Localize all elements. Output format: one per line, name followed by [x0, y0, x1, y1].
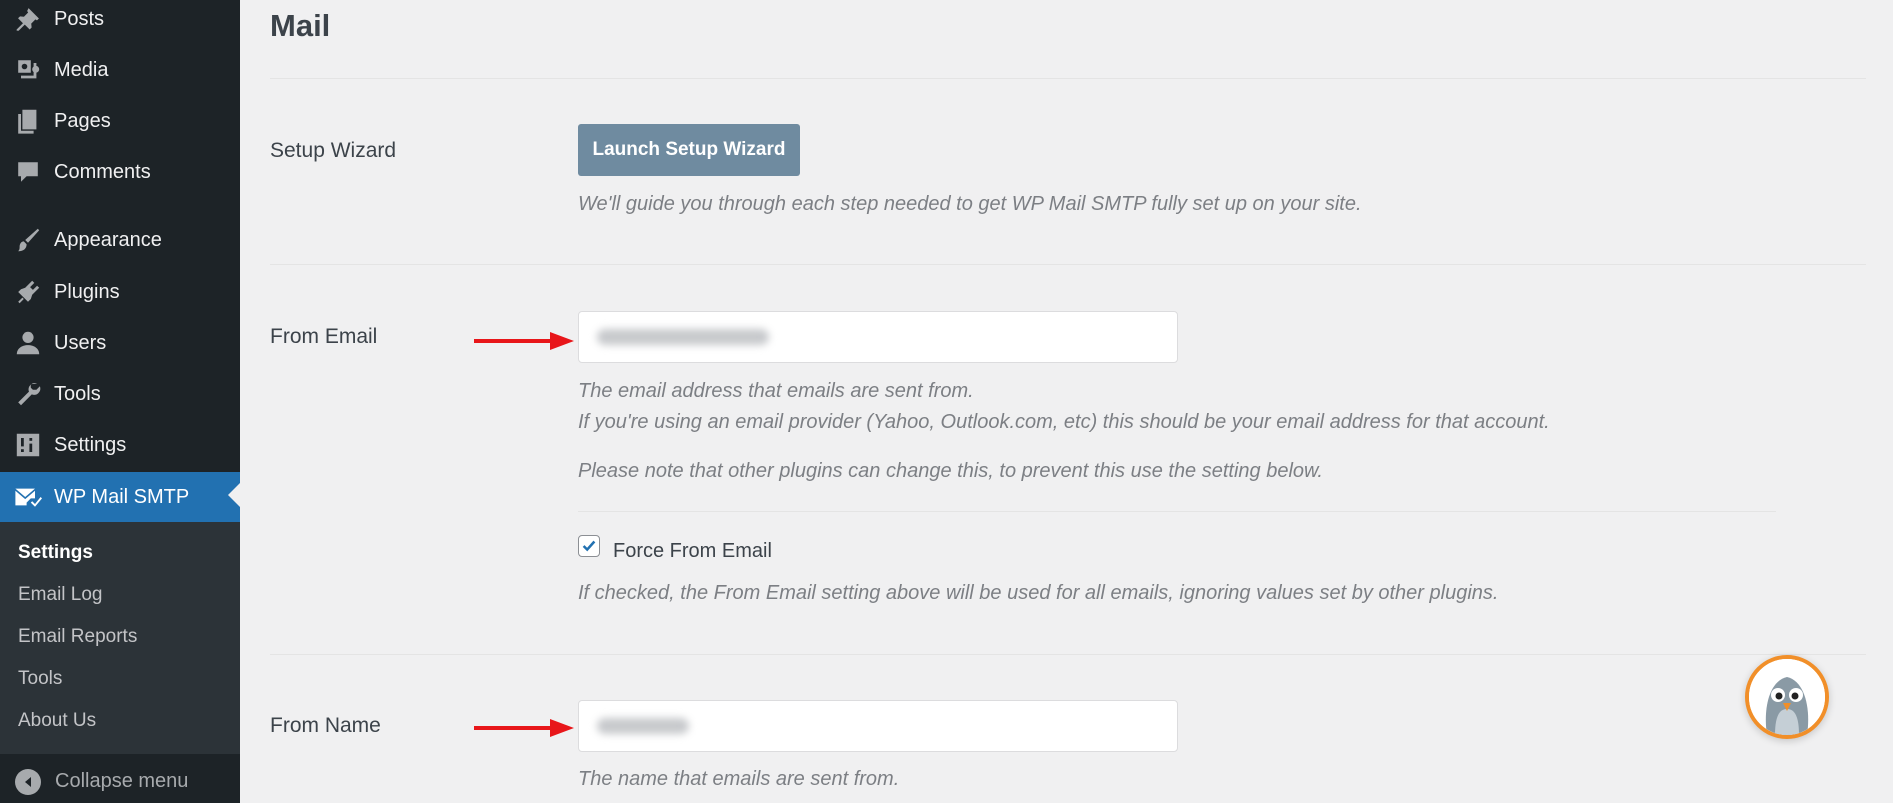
from-email-note: Please note that other plugins can chang…: [578, 460, 1323, 482]
force-from-email-checkbox[interactable]: [578, 535, 600, 557]
sliders-icon: [12, 429, 44, 461]
collapse-menu-button[interactable]: Collapse menu: [0, 760, 240, 803]
sidebar-item-label: Plugins: [54, 280, 120, 303]
from-email-label: From Email: [270, 325, 378, 348]
from-email-description-1: The email address that emails are sent f…: [578, 380, 974, 402]
sidebar-item-users[interactable]: Users: [0, 320, 240, 366]
submenu-item-about-us[interactable]: About Us: [18, 710, 96, 732]
wp-mail-smtp-submenu: Settings Email Log Email Reports Tools A…: [0, 522, 240, 754]
redacted-name-value: [597, 718, 689, 734]
setup-wizard-description: We'll guide you through each step needed…: [578, 193, 1362, 215]
sidebar-item-plugins[interactable]: Plugins: [0, 269, 240, 315]
sidebar-item-appearance[interactable]: Appearance: [0, 217, 240, 263]
sidebar-item-posts[interactable]: Posts: [0, 0, 240, 42]
pages-icon: [12, 105, 44, 137]
sidebar-item-comments[interactable]: Comments: [0, 149, 240, 195]
sidebar-item-pages[interactable]: Pages: [0, 98, 240, 144]
submenu-item-settings[interactable]: Settings: [18, 542, 93, 564]
admin-sidebar: Posts Media Pages Comments Appearance Pl…: [0, 0, 240, 803]
sidebar-item-label: Settings: [54, 433, 127, 456]
setup-wizard-label: Setup Wizard: [270, 139, 397, 162]
redacted-email-value: [597, 329, 769, 345]
sidebar-item-label: WP Mail SMTP: [54, 485, 190, 508]
collapse-arrow-icon: [15, 768, 41, 795]
plugin-icon: [12, 276, 44, 308]
submenu-item-email-reports[interactable]: Email Reports: [18, 626, 137, 648]
brush-icon: [12, 224, 44, 256]
red-arrow-icon: [474, 719, 574, 737]
sidebar-item-tools[interactable]: Tools: [0, 371, 240, 417]
pigeon-mascot-icon: [1749, 659, 1825, 735]
row-divider: [270, 264, 1866, 265]
page-title: Mail: [270, 8, 331, 43]
sidebar-item-media[interactable]: Media: [0, 47, 240, 93]
sidebar-item-label: Tools: [54, 382, 101, 405]
section-divider: [270, 78, 1866, 79]
submenu-item-email-log[interactable]: Email Log: [18, 584, 103, 606]
sidebar-item-label: Users: [54, 331, 107, 354]
force-from-email-description: If checked, the From Email setting above…: [578, 582, 1499, 604]
pin-icon: [12, 3, 44, 35]
current-menu-arrow: [228, 483, 240, 507]
sidebar-item-wp-mail-smtp[interactable]: WP Mail SMTP: [0, 472, 240, 522]
wrench-icon: [12, 378, 44, 410]
launch-setup-wizard-button[interactable]: Launch Setup Wizard: [578, 124, 800, 176]
from-name-field[interactable]: [578, 700, 1178, 752]
wordpress-admin-page: Posts Media Pages Comments Appearance Pl…: [0, 0, 1893, 803]
sidebar-item-label: Appearance: [54, 228, 162, 251]
force-from-email-label[interactable]: Force From Email: [613, 540, 772, 563]
comment-icon: [12, 156, 44, 188]
sidebar-item-label: Comments: [54, 160, 151, 183]
media-icon: [12, 54, 44, 86]
from-name-label: From Name: [270, 714, 381, 737]
from-name-description: The name that emails are sent from.: [578, 768, 900, 790]
from-email-field[interactable]: [578, 311, 1178, 363]
help-mascot-button[interactable]: [1745, 655, 1829, 739]
row-divider: [270, 654, 1866, 655]
submenu-item-tools[interactable]: Tools: [18, 668, 62, 690]
sidebar-item-label: Pages: [54, 109, 111, 132]
red-arrow-icon: [474, 332, 574, 350]
sidebar-item-label: Media: [54, 58, 109, 81]
user-icon: [12, 327, 44, 359]
collapse-menu-label: Collapse menu: [55, 770, 189, 792]
checkmark-icon: [582, 540, 596, 552]
settings-main: Mail Setup Wizard Launch Setup Wizard We…: [240, 0, 1893, 803]
inner-divider: [578, 511, 1776, 512]
from-email-description-2: If you're using an email provider (Yahoo…: [578, 411, 1550, 433]
sidebar-item-settings[interactable]: Settings: [0, 422, 240, 468]
mail-check-icon: [12, 481, 44, 513]
sidebar-item-label: Posts: [54, 7, 105, 30]
